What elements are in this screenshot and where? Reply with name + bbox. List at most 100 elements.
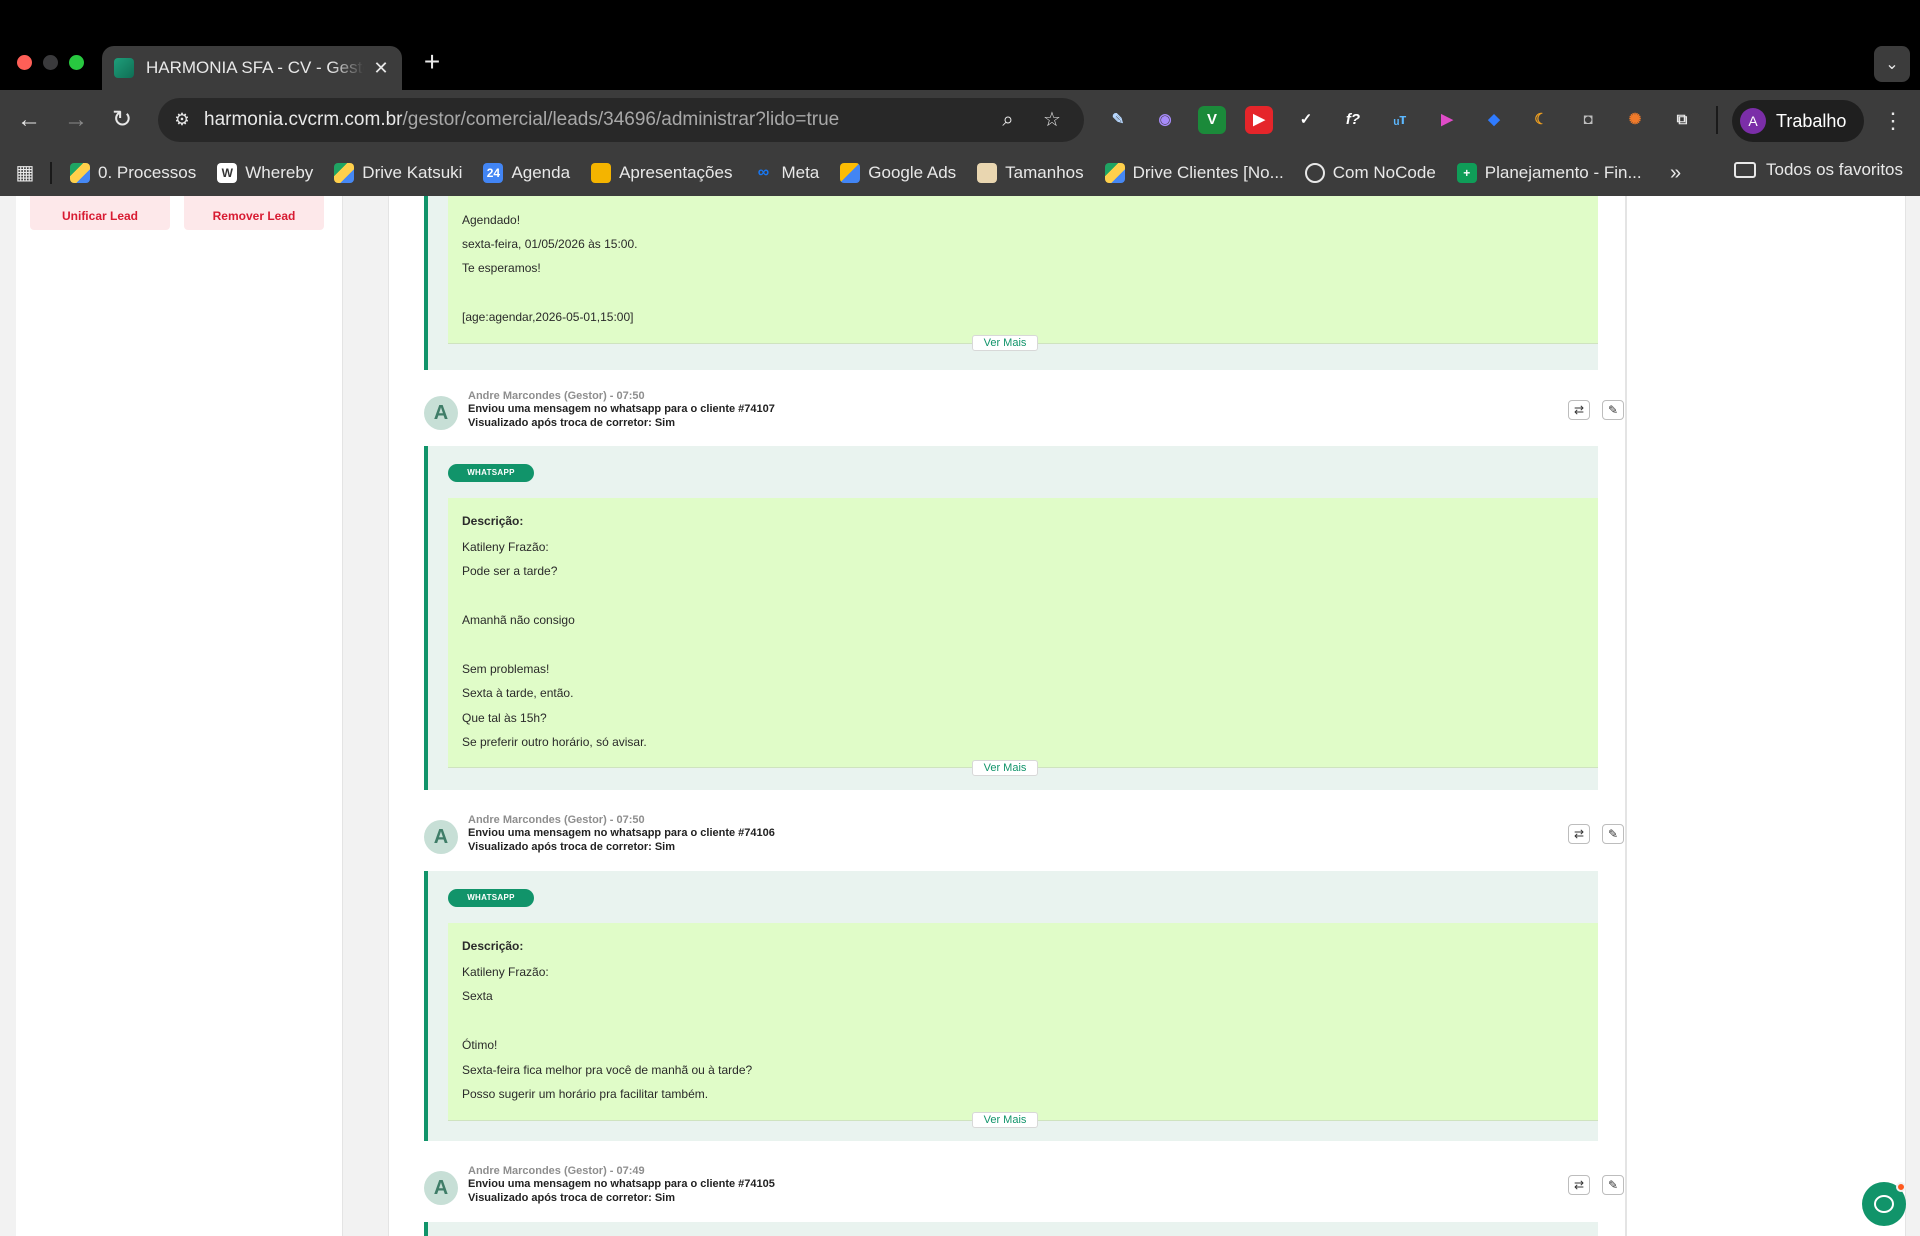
bookmark-label: Planejamento - Fin... (1484, 163, 1642, 182)
sparkle-extension-icon[interactable]: ✺ (1621, 106, 1649, 134)
tab-search-button[interactable]: ⌄ (1874, 46, 1910, 82)
message-content: Agendado! sexta-feira, 01/05/2026 às 15:… (448, 196, 1598, 344)
remover-lead-button[interactable]: Remover Lead (184, 196, 324, 230)
unificar-lead-button[interactable]: Unificar Lead (30, 196, 170, 230)
ver-mais-button[interactable]: Ver Mais (972, 760, 1038, 776)
message-block: Agendado! sexta-feira, 01/05/2026 às 15:… (424, 196, 1598, 370)
apps-grid-icon[interactable]: ▦ (14, 162, 36, 184)
eyedropper-extension-icon[interactable]: ✎ (1104, 106, 1132, 134)
bookmark-whereby[interactable]: W Whereby (217, 163, 313, 183)
bookmark-google-ads[interactable]: Google Ads (840, 163, 956, 183)
edit-pencil-icon[interactable]: ✎ (1602, 824, 1624, 844)
url-path: /gestor/comercial/leads/34696/administra… (402, 109, 840, 130)
chat-bubble-icon (1874, 1195, 1894, 1213)
moon-extension-icon[interactable]: ☾ (1527, 106, 1555, 134)
back-button[interactable]: ← (13, 104, 45, 136)
reload-button[interactable]: ↻ (106, 104, 138, 136)
message-line: Te esperamos! (462, 261, 541, 275)
swap-icon[interactable]: ⇄ (1568, 1175, 1590, 1195)
check-extension-icon[interactable]: ✓ (1292, 106, 1320, 134)
harmonia-favicon-icon (114, 58, 134, 78)
message-line: Katileny Frazão: (462, 965, 549, 979)
edit-pencil-icon[interactable]: ✎ (1602, 1175, 1624, 1195)
profile-button[interactable]: A Trabalho (1732, 100, 1864, 142)
message-line: Posso sugerir um horário pra facilitar t… (462, 1087, 709, 1101)
bookmark-apresentacoes[interactable]: Apresentações (591, 163, 732, 183)
message-line: Sem problemas! (462, 662, 550, 676)
page-content: Unificar Lead Remover Lead Agendado! sex… (0, 196, 1920, 1236)
drive-icon (334, 163, 355, 183)
ver-mais-button[interactable]: Ver Mais (972, 335, 1038, 351)
bookmark-com-nocode[interactable]: Com NoCode (1304, 163, 1436, 183)
tag-extension-icon[interactable]: ◆ (1480, 106, 1508, 134)
bookmark-label: Tamanhos (1005, 163, 1084, 182)
entry-viewed: Visualizado após troca de corretor: Sim (468, 841, 676, 853)
bookmark-agenda[interactable]: 24 Agenda (483, 163, 570, 183)
toolbar-divider (1716, 106, 1718, 134)
zoom-icon[interactable]: ⌕ (994, 106, 1022, 134)
all-bookmarks-button[interactable]: Todos os favoritos (1734, 160, 1903, 180)
description-label: Descrição: (462, 514, 524, 528)
site-info-icon[interactable]: ⚙ (162, 98, 202, 142)
slides-icon (591, 163, 612, 183)
swap-icon[interactable]: ⇄ (1568, 824, 1590, 844)
bookmark-drive-clientes[interactable]: Drive Clientes [No... (1104, 163, 1284, 183)
extensions-puzzle-icon[interactable]: ⧉ (1668, 106, 1696, 134)
message-line: Katileny Frazão: (462, 540, 549, 554)
formula-extension-icon[interactable]: f? (1339, 106, 1367, 134)
window-minimize-button[interactable] (43, 55, 58, 70)
avatar: A (424, 820, 458, 854)
browser-menu-icon[interactable]: ⋮ (1878, 106, 1908, 136)
ut-extension-icon[interactable]: ᵤᴛ (1386, 106, 1414, 134)
bookmark-label: Whereby (245, 163, 314, 182)
bookmark-drive-katsuki[interactable]: Drive Katsuki (334, 163, 462, 183)
folder-icon (1734, 162, 1756, 178)
forward-button[interactable]: → (60, 104, 92, 136)
message-line: Que tal às 15h? (462, 711, 547, 725)
message-line: Amanhã não consigo (462, 613, 575, 627)
message-line: Agendado! (462, 213, 521, 227)
entry-author: Andre Marcondes (Gestor) - 07:50 (468, 814, 645, 826)
ver-mais-button[interactable]: Ver Mais (972, 1112, 1038, 1128)
bookmark-processos[interactable]: 0. Processos (70, 163, 196, 183)
bookmark-label: Google Ads (868, 163, 957, 182)
lead-sidebar: Unificar Lead Remover Lead (16, 196, 343, 1236)
bookmarks-divider (50, 162, 52, 184)
podcast-extension-icon[interactable]: ◉ (1151, 106, 1179, 134)
bookmark-label: Com NoCode (1332, 163, 1436, 182)
browser-tab-active[interactable]: HARMONIA SFA - CV - Gestor ✕ (102, 46, 402, 90)
edit-pencil-icon[interactable]: ✎ (1602, 400, 1624, 420)
window-zoom-button[interactable] (69, 55, 84, 70)
message-line: Ótimo! (462, 1038, 498, 1052)
window-close-button[interactable] (17, 55, 32, 70)
new-tab-button[interactable]: + (418, 48, 446, 76)
entry-action: Enviou uma mensagem no whatsapp para o c… (468, 827, 775, 839)
message-content: Descrição: Katileny Frazão: Sexta Ótimo!… (448, 923, 1598, 1121)
entry-action: Enviou uma mensagem no whatsapp para o c… (468, 403, 775, 415)
camera-extension-icon[interactable]: ◘ (1574, 106, 1602, 134)
whatsapp-badge: WHATSAPP (448, 464, 534, 482)
v-extension-icon[interactable]: V (1198, 106, 1226, 134)
address-bar[interactable]: ⚙ harmonia.cvcrm.com.br/gestor/comercial… (158, 98, 1084, 142)
browser-tab-bar: HARMONIA SFA - CV - Gestor ✕ + ⌄ (0, 0, 1920, 90)
swap-icon[interactable]: ⇄ (1568, 400, 1590, 420)
timeline-panel: Agendado! sexta-feira, 01/05/2026 às 15:… (388, 196, 1626, 1236)
bookmark-meta[interactable]: ∞ Meta (753, 163, 820, 183)
entry-action: Enviou uma mensagem no whatsapp para o c… (468, 1178, 775, 1190)
message-block: WHATSAPP Descrição: Katileny Frazão: Pod… (424, 446, 1598, 790)
avatar: A (424, 1171, 458, 1205)
message-line: Sexta (462, 989, 493, 1003)
tamanhos-icon (977, 163, 998, 183)
avatar: A (424, 396, 458, 430)
close-tab-icon[interactable]: ✕ (372, 58, 390, 79)
message-block: WHATSAPP Descrição: Katileny Frazão: Sex… (424, 871, 1598, 1141)
whatsapp-badge: WHATSAPP (448, 889, 534, 907)
bookmark-planejamento[interactable]: + Planejamento - Fin... (1456, 163, 1642, 183)
more-bookmarks-icon[interactable]: » (1670, 162, 1681, 185)
bookmark-star-icon[interactable]: ☆ (1038, 106, 1066, 134)
bookmark-tamanhos[interactable]: Tamanhos (977, 163, 1084, 183)
video-extension-icon[interactable]: ▶ (1433, 106, 1461, 134)
youtube-extension-icon[interactable]: ▶ (1245, 106, 1273, 134)
notification-dot (1896, 1182, 1906, 1192)
bookmark-label: Drive Katsuki (362, 163, 463, 182)
